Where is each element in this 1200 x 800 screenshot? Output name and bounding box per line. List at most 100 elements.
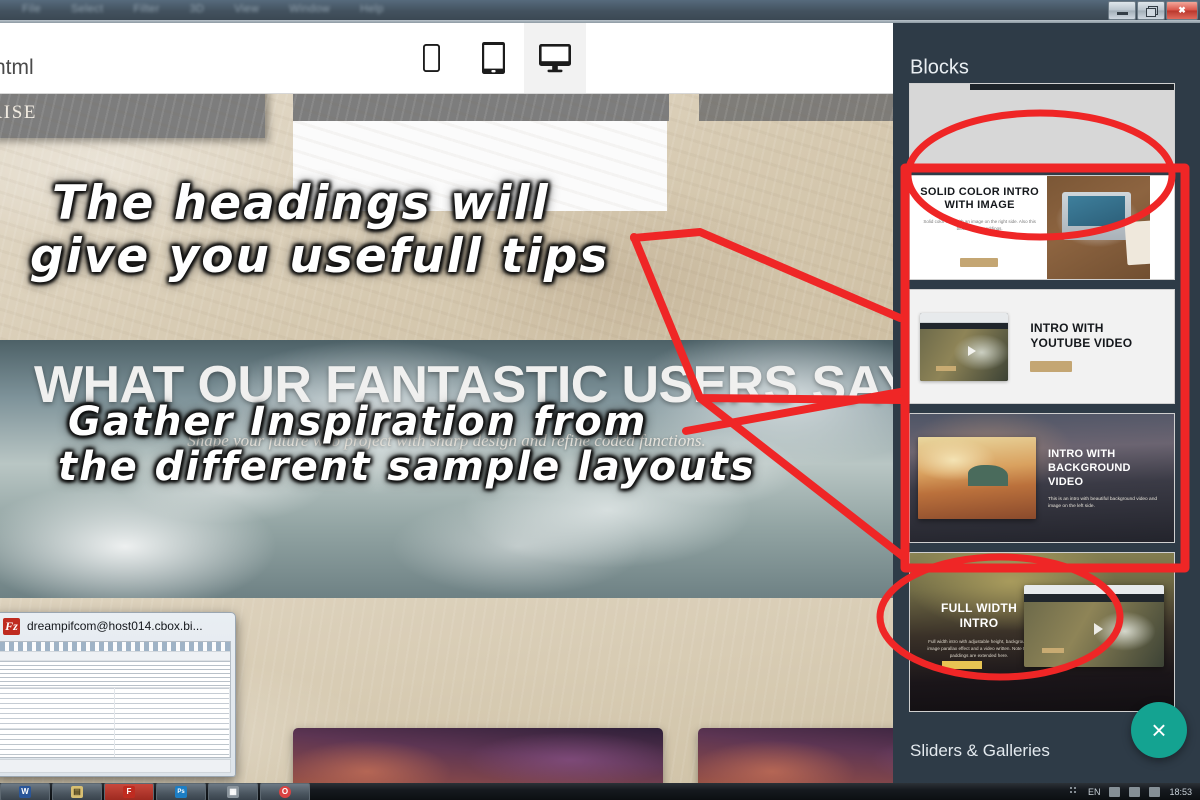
filezilla-remote-tree [115,688,230,728]
browser-chrome [1024,585,1164,594]
clock[interactable]: 18:53 [1169,787,1192,797]
restore-icon [1145,5,1158,17]
network-icon[interactable] [1109,786,1121,797]
filezilla-icon: Fz [3,617,20,635]
filezilla-connect-fields [0,652,230,661]
block-text-side: INTRO WITH YOUTUBE VIDEO [1030,321,1164,372]
brand-label: OBIRISE [0,102,38,123]
filezilla-window-preview[interactable]: Fz dreampifcom@host014.cbox.bi... [0,612,236,777]
os-menu-item[interactable]: View [234,3,259,15]
block-title: FULL WIDTH INTRO [940,601,1018,630]
browser-chrome [920,312,1009,323]
block-button-shape [942,661,982,669]
filezilla-taskbar-icon: F [123,785,135,798]
blocks-section-label: Sliders & Galleries [910,741,1050,760]
file-explorer-icon: ▤ [71,785,83,798]
section-subtitle: Shape your future web project with sharp… [187,431,706,450]
block-subtitle: Full width intro with adjustable height,… [927,639,1031,658]
device-mobile-button[interactable] [400,23,462,93]
browser-mockup [1024,585,1164,667]
filezilla-message-log [0,661,230,688]
minimize-icon [1116,12,1128,15]
os-menu-item[interactable]: Window [289,3,330,15]
testimonial-card: design world." [293,93,669,121]
browser-cta-shape [1042,648,1064,653]
block-text-side: INTRO WITH BACKGROUND VIDEO This is an i… [1048,447,1166,510]
volume-icon[interactable] [1129,786,1141,797]
word-icon: W [19,785,31,798]
file-name-label: html [0,56,34,79]
restore-button[interactable] [1137,1,1165,20]
block-thumbnail-partial[interactable] [909,83,1175,165]
block-title: SOLID COLOR INTRO WITH IMAGE [920,186,1040,211]
filezilla-tree-panes [0,688,230,729]
desert-photo [918,437,1036,519]
window-divider [0,20,1200,23]
app-toolbar: html [0,23,893,94]
block-subtitle: This is an intro with beautiful backgrou… [1048,496,1158,509]
filezilla-remote-files [115,729,230,757]
os-menu-bar: File Select Filter 3D View Window Help ✖ [0,0,1200,20]
opera-icon: O [279,785,291,798]
window-controls: ✖ [1107,1,1198,20]
browser-navbar [1024,594,1164,602]
browser-screenshot [1024,602,1164,667]
filezilla-toolbar [0,642,230,652]
os-menu-item[interactable]: Select [71,3,103,15]
block-title: INTRO WITH BACKGROUND VIDEO [1048,447,1131,488]
block-thumbnail-intro-with-youtube-video[interactable]: INTRO WITH YOUTUBE VIDEO [909,289,1175,404]
block-browser-strip [970,84,1174,90]
close-button[interactable]: ✖ [1166,1,1198,20]
tablet-icon [481,42,505,74]
device-tablet-button[interactable] [462,23,524,93]
block-thumbnail-solid-color-intro-with-image[interactable]: SOLID COLOR INTRO WITH IMAGE Solid color… [909,175,1175,280]
side-card [699,93,893,121]
taskbar-item-photoshop[interactable]: Ps [156,782,206,800]
os-menu-item[interactable]: File [22,3,41,15]
block-button-shape [959,258,998,267]
tray-handle-icon[interactable] [1069,787,1079,796]
testimonial-card-body [293,121,667,211]
os-menu-item[interactable]: 3D [190,3,205,15]
blocks-list[interactable]: SOLID COLOR INTRO WITH IMAGE Solid color… [893,83,1200,763]
taskbar-item-word[interactable]: W [0,782,50,800]
block-subtitle: Solid color intro with an image on the r… [923,219,1036,231]
device-desktop-button[interactable] [524,23,586,93]
filezilla-local-tree [0,688,115,728]
system-tray: EN 18:53 [1069,786,1200,797]
filezilla-title: dreampifcom@host014.cbox.bi... [27,619,203,633]
language-indicator[interactable]: EN [1088,787,1101,797]
minimize-button[interactable] [1108,1,1136,20]
block-text-side: SOLID COLOR INTRO WITH IMAGE Solid color… [910,176,1048,279]
block-thumbnail-full-width-intro[interactable]: FULL WIDTH INTRO Full width intro with a… [909,552,1175,712]
block-thumbnail-intro-with-background-video[interactable]: INTRO WITH BACKGROUND VIDEO This is an i… [909,413,1175,543]
screen-root: File Select Filter 3D View Window Help ✖… [0,0,1200,800]
windows-taskbar: W ▤ F Ps ▦ O EN 18:53 [0,782,1200,800]
filezilla-preview-body [0,641,231,758]
browser-cta-shape [936,365,956,371]
os-menu-items: File Select Filter 3D View Window Help [22,3,384,15]
filezilla-file-lists [0,729,230,757]
desktop-icon [539,44,571,73]
taskbar-item-opera[interactable]: O [260,782,310,800]
taskbar-item-editor[interactable]: ▦ [208,782,258,800]
taskbar-item-file-explorer[interactable]: ▤ [52,782,102,800]
block-button-shape [1030,361,1073,372]
filezilla-queue-bar [0,759,231,773]
section-heading: WHAT OUR FANTASTIC USERS SAY [34,356,893,414]
close-blocks-panel-button[interactable]: × [1131,702,1187,758]
browser-mockup [920,312,1009,381]
os-menu-item[interactable]: Help [360,3,384,15]
taskbar-item-filezilla[interactable]: F [104,782,154,800]
editor-icon: ▦ [227,785,239,798]
block-edge [1150,176,1174,279]
laptop-illustration [1062,192,1131,240]
blocks-panel-title: Blocks [910,56,969,79]
filezilla-local-files [0,729,115,757]
brand-card: OBIRISE [0,93,265,138]
action-center-icon[interactable] [1149,786,1161,797]
device-preview-switch [400,23,586,93]
hero-paper-band: OBIRISE design world." [0,93,893,340]
photoshop-icon: Ps [175,785,187,798]
os-menu-item[interactable]: Filter [133,3,159,15]
